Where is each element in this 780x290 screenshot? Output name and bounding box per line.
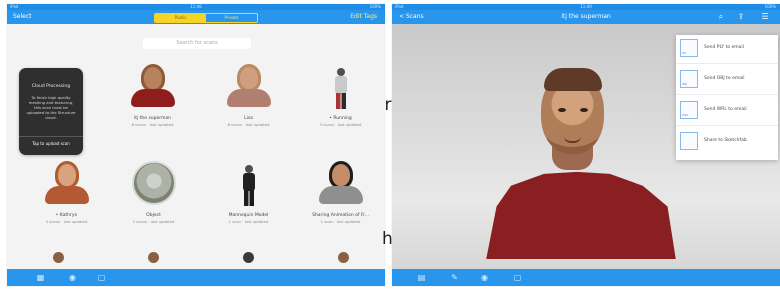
share-label: Share to Sketchfab xyxy=(704,138,747,143)
scan-thumbnail[interactable] xyxy=(310,63,372,111)
visibility-segmented-control: Public Private xyxy=(154,13,258,23)
share-item-wrl[interactable]: WRL Send WRL to email xyxy=(676,97,778,126)
head-shape xyxy=(338,252,349,263)
scan-tile[interactable]: • Kathryn 4 scans · last updated xyxy=(24,160,109,225)
upload-scan-button[interactable]: Tap to upload scan xyxy=(19,139,83,149)
wrl-thumbnail: WRL xyxy=(680,101,698,119)
torso-shape xyxy=(334,76,347,94)
share-label: Send WRL to email xyxy=(704,107,747,112)
viewer-title: itj the superman xyxy=(561,13,611,20)
obj-thumbnail: OBJ xyxy=(680,70,698,88)
scan-meta: 6 scans · last updated xyxy=(227,122,270,127)
ply-thumbnail: PLY xyxy=(680,39,698,57)
right-eye xyxy=(580,108,588,112)
scan-meta: 3 scans · last updated xyxy=(319,122,362,127)
object-scan-icon xyxy=(131,161,176,205)
body-shape xyxy=(44,186,89,204)
scan-name: Sharing Animation of Fr... xyxy=(312,213,369,218)
share-menu: PLY Send PLY to email OBJ Send OBJ to em… xyxy=(676,35,778,160)
mic-icon[interactable]: ⌕ xyxy=(716,12,726,22)
scan-meta: 8 scans · last updated xyxy=(131,122,174,127)
scan-viewer-screen: iPad 11:49 100% < Scans itj the superman… xyxy=(392,4,780,286)
share-icon[interactable]: ⇪ xyxy=(736,12,746,22)
scan-thumbnail[interactable] xyxy=(122,63,184,111)
share-item-ply[interactable]: PLY Send PLY to email xyxy=(676,35,778,64)
pen-icon[interactable]: ✎ xyxy=(450,273,459,282)
format-label: WRL xyxy=(682,113,689,117)
grid-icon[interactable]: ▦ xyxy=(36,273,45,282)
scan-name: • Kathryn xyxy=(55,213,78,218)
share-label: Send OBJ to email xyxy=(704,76,745,81)
scan-tile[interactable]: Mannequin Model 1 scan · last updated xyxy=(206,160,291,225)
viewer-nav-bar: < Scans itj the superman ⌕ ⇪ ☰ xyxy=(392,10,780,24)
menu-icon[interactable]: ▤ xyxy=(417,273,426,282)
head-shape xyxy=(148,252,159,263)
scan-thumbnail[interactable] xyxy=(310,160,372,208)
camera-icon[interactable]: ◉ xyxy=(68,273,77,282)
share-label: Send PLY to email xyxy=(704,45,744,50)
scan-meta: 1 scan · last updated xyxy=(228,219,269,224)
format-label: PLY xyxy=(682,51,687,55)
back-button[interactable]: < Scans xyxy=(399,10,424,24)
scan-name: • Running xyxy=(329,116,352,121)
popup-divider xyxy=(19,136,83,137)
share-item-obj[interactable]: OBJ Send OBJ to email xyxy=(676,66,778,95)
scan-thumbnail[interactable] xyxy=(36,160,98,208)
library-tab-bar: ▦ ◉ ▢ xyxy=(7,269,385,286)
scan-tile[interactable]: Sharing Animation of Fr... 1 scan · last… xyxy=(298,160,383,225)
scan-tile[interactable]: Object 2 scans · last updated xyxy=(111,160,196,225)
camera-icon[interactable]: ◉ xyxy=(480,273,489,282)
scan-name: Object xyxy=(146,213,161,218)
head-shape xyxy=(53,252,64,263)
clipped-text-fragment: h xyxy=(382,229,393,249)
body-shape xyxy=(226,89,271,107)
head-shape xyxy=(243,252,254,263)
head-shape xyxy=(143,67,162,89)
legs-shape xyxy=(335,93,346,109)
select-button[interactable]: Select xyxy=(13,10,32,24)
scan-thumbnail[interactable] xyxy=(123,160,185,208)
scan-meta: 1 scan · last updated xyxy=(320,219,361,224)
page: iPad 11:46 100% Select Public Private Ed… xyxy=(0,0,780,290)
scan-library-screen: iPad 11:46 100% Select Public Private Ed… xyxy=(7,4,385,286)
scanned-hair xyxy=(544,68,602,91)
viewer-tab-bar: ▤ ✎ ◉ ▢ xyxy=(392,269,780,286)
body-shape xyxy=(318,186,363,204)
scan-name: Lisa xyxy=(244,116,253,121)
scan-tile[interactable]: • Running 3 scans · last updated xyxy=(298,63,383,128)
popup-title: Cloud Processing xyxy=(31,84,71,89)
scan-meta: 4 scans · last updated xyxy=(45,219,88,224)
copy-icon[interactable]: ▢ xyxy=(513,273,522,282)
head-shape xyxy=(331,164,350,186)
scan-thumbnail[interactable] xyxy=(218,160,280,208)
scan-name: itj the superman xyxy=(133,116,172,121)
sketchfab-thumbnail xyxy=(680,132,698,150)
left-eye xyxy=(558,108,566,112)
head-shape xyxy=(57,164,76,186)
format-label: OBJ xyxy=(682,82,687,86)
scan-tile[interactable]: Lisa 6 scans · last updated xyxy=(206,63,291,128)
library-nav-bar: Select Public Private Edit Tags xyxy=(7,10,385,24)
popup-message: To finish high quality meshing and textu… xyxy=(26,95,76,120)
share-item-sketchfab[interactable]: Share to Sketchfab xyxy=(676,128,778,156)
legs-shape xyxy=(243,190,254,206)
more-icon[interactable]: ☰ xyxy=(760,12,770,22)
head-shape xyxy=(244,165,253,173)
scan-meta: 2 scans · last updated xyxy=(132,219,175,224)
scan-tile[interactable]: itj the superman 8 scans · last updated xyxy=(110,63,195,128)
torso-shape xyxy=(242,173,255,191)
copy-icon[interactable]: ▢ xyxy=(97,273,106,282)
scan-thumbnail[interactable] xyxy=(218,63,280,111)
cloud-processing-popup: Cloud Processing To finish high quality … xyxy=(19,68,83,155)
search-input[interactable]: Search for scans xyxy=(143,38,251,49)
scan-name: Mannequin Model xyxy=(228,213,269,218)
public-segment[interactable]: Public xyxy=(155,14,206,22)
scanned-torso xyxy=(486,171,676,260)
body-shape xyxy=(130,89,175,107)
head-shape xyxy=(336,68,345,76)
private-segment[interactable]: Private xyxy=(206,14,257,22)
edit-tags-button[interactable]: Edit Tags xyxy=(350,10,377,24)
head-shape xyxy=(239,67,258,89)
